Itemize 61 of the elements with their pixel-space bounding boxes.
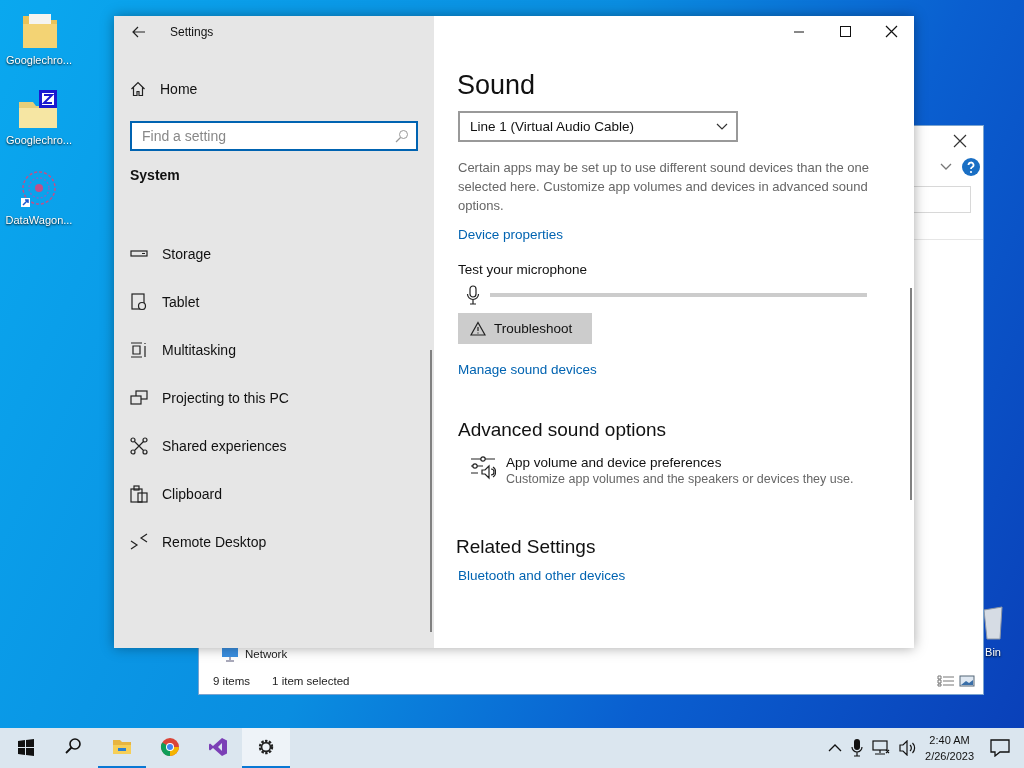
search-field[interactable]: Find a setting bbox=[130, 121, 418, 151]
related-settings-link[interactable]: Bluetooth and other devices bbox=[458, 568, 626, 583]
scrollbar[interactable] bbox=[430, 350, 432, 632]
input-device-dropdown[interactable]: Line 1 (Virtual Audio Cable) bbox=[458, 111, 738, 142]
notification-icon[interactable] bbox=[990, 739, 1010, 757]
scrollbar[interactable] bbox=[910, 288, 912, 500]
microphone-icon bbox=[466, 285, 480, 305]
sidebar-item[interactable]: Tablet bbox=[130, 278, 418, 326]
device-properties-link[interactable]: Device properties bbox=[458, 227, 564, 242]
settings-link[interactable]: App volume and device preferences bbox=[506, 455, 854, 470]
clipboard-icon bbox=[130, 485, 148, 503]
manage-sound-devices-link[interactable]: Manage sound devices bbox=[458, 362, 597, 377]
section-heading: Related Settings bbox=[456, 536, 596, 558]
folder-icon bbox=[112, 737, 132, 757]
windows-logo-icon bbox=[16, 737, 36, 757]
home-nav-item[interactable]: Home bbox=[130, 73, 418, 105]
details-view-icon[interactable] bbox=[937, 675, 955, 687]
sidebar-item[interactable]: Projecting to this PC bbox=[130, 374, 418, 422]
sliders-speaker-icon[interactable] bbox=[470, 455, 496, 481]
infinity-logo-icon bbox=[208, 737, 228, 757]
home-icon bbox=[130, 81, 146, 97]
sidebar-item[interactable]: Clipboard bbox=[130, 470, 418, 518]
tablet-icon bbox=[130, 293, 148, 311]
selection-status: 1 item selected bbox=[272, 675, 350, 687]
search-icon bbox=[395, 129, 409, 143]
sidebar-item[interactable]: Storage bbox=[130, 230, 418, 278]
close-icon[interactable] bbox=[953, 134, 967, 148]
help-icon[interactable] bbox=[962, 158, 980, 176]
chevron-down-icon bbox=[716, 123, 728, 130]
clock-date[interactable]: 2/26/2023 bbox=[925, 748, 974, 764]
remote-desktop-icon bbox=[130, 533, 148, 551]
chevron-up-icon[interactable] bbox=[828, 744, 843, 752]
taskbar-button[interactable] bbox=[242, 728, 290, 768]
description-text: Certain apps may be set up to use different sound devices than the one selected here. Customize app volumes and devices in advanced sound options. bbox=[458, 159, 870, 215]
section-heading: System bbox=[130, 167, 181, 183]
thumbnail-view-icon[interactable] bbox=[959, 675, 975, 687]
clock-time[interactable]: 2:40 AM bbox=[929, 732, 970, 748]
chevron-down-icon[interactable] bbox=[940, 163, 952, 171]
sidebar-item[interactable]: Multitasking bbox=[130, 326, 418, 374]
troubleshoot-button[interactable]: Troubleshoot bbox=[458, 313, 592, 344]
sidebar-item[interactable]: Shared experiences bbox=[130, 422, 418, 470]
desktop-icon-label[interactable]: Bin bbox=[985, 646, 1001, 658]
setting-description: Customize app volumes and the speakers or devices they use. bbox=[506, 472, 854, 486]
item-count: 9 items bbox=[213, 675, 251, 687]
network-icon[interactable] bbox=[872, 740, 891, 756]
projector-screens-icon bbox=[130, 389, 148, 407]
nav-item[interactable]: Network bbox=[245, 648, 288, 660]
settings-icon bbox=[256, 737, 276, 757]
warning-icon bbox=[470, 321, 486, 336]
page-title: Sound bbox=[457, 70, 536, 101]
window-title: Settings bbox=[170, 25, 214, 39]
multitasking-icon bbox=[130, 341, 148, 359]
microphone-icon[interactable] bbox=[851, 739, 864, 757]
browser-logo-icon bbox=[160, 737, 180, 757]
speaker-icon[interactable] bbox=[899, 740, 918, 756]
back-arrow-icon[interactable] bbox=[132, 26, 146, 38]
microphone-test-label: Test your microphone bbox=[458, 262, 588, 277]
connected-nodes-icon bbox=[130, 437, 148, 455]
monitor-icon[interactable] bbox=[221, 646, 239, 662]
sidebar-item[interactable]: Remote Desktop bbox=[130, 518, 418, 566]
section-heading: Advanced sound options bbox=[458, 419, 667, 441]
